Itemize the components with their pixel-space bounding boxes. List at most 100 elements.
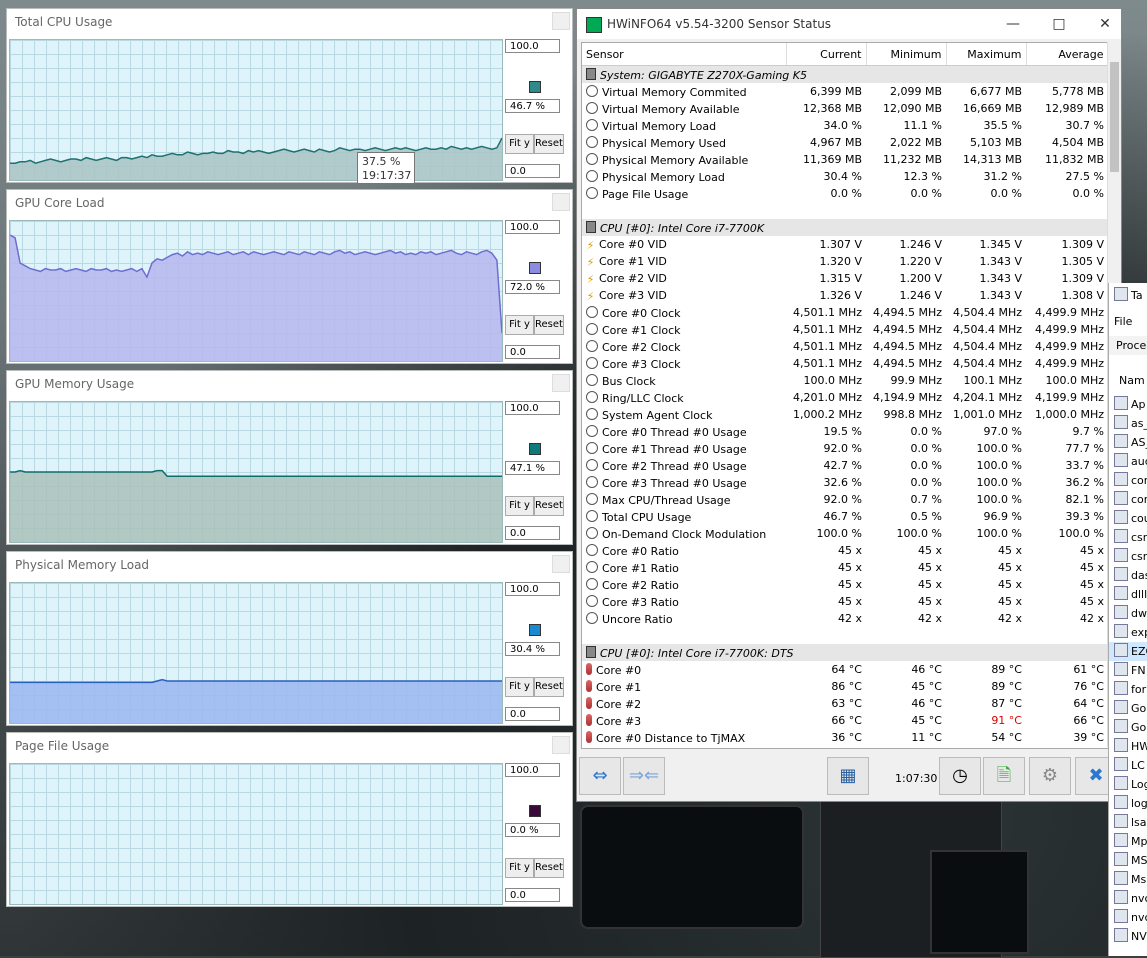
sensor-group-row[interactable]: CPU [#0]: Intel Core i7-7700K (582, 219, 1108, 236)
sensor-row[interactable]: Core #2 63 °C 46 °C 87 °C 64 °C (582, 695, 1108, 712)
sensor-row[interactable]: Core #1 Thread #0 Usage 92.0 % 0.0 % 100.0 … (582, 440, 1108, 457)
scrollbar-thumb[interactable] (1110, 62, 1119, 172)
sensor-row[interactable]: Core #2 Thread #0 Usage 42.7 % 0.0 % 100.0 … (582, 457, 1108, 474)
reset-button[interactable]: Reset (534, 677, 564, 697)
graph-min-value[interactable]: 0.0 (505, 526, 560, 540)
sensor-row[interactable]: Virtual Memory Available 12,368 MB 12,090 … (582, 100, 1108, 117)
sensor-row[interactable]: Core #1 Clock 4,501.1 MHz 4,494.5 MHz 4,504… (582, 321, 1108, 338)
sensor-row[interactable]: Core #3 66 °C 45 °C 91 °C 66 °C (582, 712, 1108, 729)
fit-y-button[interactable]: Fit y (505, 858, 534, 878)
process-list-item[interactable]: auc (1109, 452, 1147, 471)
graph-max-value[interactable]: 100.0 (505, 763, 560, 777)
sensor-row[interactable]: Core #2 Ratio 45 x 45 x 45 x 45 x (582, 576, 1108, 593)
collapse-icon[interactable]: ⇒⇐ (623, 757, 665, 795)
sensor-row[interactable]: Bus Clock 100.0 MHz 99.9 MHz 100.1 MHz 100.0… (582, 372, 1108, 389)
sensor-row[interactable]: Core #0 64 °C 46 °C 89 °C 61 °C (582, 661, 1108, 678)
sensor-row[interactable]: On-Demand Clock Modulation 100.0 % 100.0 %… (582, 525, 1108, 542)
series-color-swatch[interactable] (529, 624, 541, 636)
sensor-row[interactable]: Physical Memory Used 4,967 MB 2,022 MB 5,10… (582, 134, 1108, 151)
fit-y-button[interactable]: Fit y (505, 496, 534, 516)
sensor-group-row[interactable]: System: GIGABYTE Z270X-Gaming K5 (582, 65, 1108, 83)
process-list-item[interactable]: exp (1109, 623, 1147, 642)
sensor-row[interactable]: Physical Memory Load 30.4 % 12.3 % 31.2 % 27… (582, 168, 1108, 185)
reset-button[interactable]: Reset (534, 858, 564, 878)
column-header-sensor[interactable]: Sensor (582, 43, 787, 66)
sensor-row[interactable]: Core #2 Clock 4,501.1 MHz 4,494.5 MHz 4,504… (582, 338, 1108, 355)
series-color-swatch[interactable] (529, 805, 541, 817)
process-list-item[interactable]: csr (1109, 547, 1147, 566)
log-file-icon[interactable]: 🗎 (983, 757, 1025, 795)
process-list-item[interactable]: NV (1109, 927, 1147, 946)
sensor-row[interactable]: Max CPU/Thread Usage 92.0 % 0.7 % 100.0 % 82… (582, 491, 1108, 508)
process-list-item[interactable]: das (1109, 566, 1147, 585)
graph-close-button[interactable] (552, 374, 570, 392)
sensor-group-row[interactable]: CPU [#0]: Intel Core i7-7700K: DTS (582, 644, 1108, 661)
graph-close-button[interactable] (552, 555, 570, 573)
expand-icon[interactable]: ⇔ (579, 757, 621, 795)
graph-max-value[interactable]: 100.0 (505, 220, 560, 234)
sensor-row[interactable]: Core #3 Thread #0 Usage 32.6 % 0.0 % 100.0 … (582, 474, 1108, 491)
sensor-row[interactable]: Ring/LLC Clock 4,201.0 MHz 4,194.9 MHz 4,20… (582, 389, 1108, 406)
sensor-row[interactable]: ⚡ Core #1 VID 1.320 V 1.220 V 1.343 V 1.305 V (582, 253, 1108, 270)
sensor-row[interactable]: Core #3 Ratio 45 x 45 x 45 x 45 x (582, 593, 1108, 610)
sensor-row[interactable]: System Agent Clock 1,000.2 MHz 998.8 MHz 1,… (582, 406, 1108, 423)
maximize-button[interactable]: □ (1045, 13, 1073, 35)
sensor-row[interactable]: Core #0 Ratio 45 x 45 x 45 x 45 x (582, 542, 1108, 559)
graph-max-value[interactable]: 100.0 (505, 401, 560, 415)
reset-button[interactable]: Reset (534, 134, 564, 154)
sensor-row[interactable]: ⚡ Core #3 VID 1.326 V 1.246 V 1.343 V 1.308 V (582, 287, 1108, 304)
sensor-row[interactable]: ⚡ Core #0 VID 1.307 V 1.246 V 1.345 V 1.309 V (582, 236, 1108, 253)
series-color-swatch[interactable] (529, 262, 541, 274)
graph-min-value[interactable]: 0.0 (505, 888, 560, 902)
column-header-name[interactable]: Nam (1109, 371, 1147, 390)
column-header-maximum[interactable]: Maximum (946, 43, 1027, 66)
sensor-row[interactable]: Core #0 Clock 4,501.1 MHz 4,494.5 MHz 4,504… (582, 304, 1108, 321)
process-list-item[interactable]: Ms (1109, 870, 1147, 889)
process-list-item[interactable]: for (1109, 680, 1147, 699)
fit-y-button[interactable]: Fit y (505, 315, 534, 335)
process-list-item[interactable]: Mp (1109, 832, 1147, 851)
sensor-row[interactable]: Virtual Memory Load 34.0 % 11.1 % 35.5 % 30.… (582, 117, 1108, 134)
column-header-minimum[interactable]: Minimum (866, 43, 947, 66)
process-list-item[interactable]: Ap (1109, 395, 1147, 414)
process-list-item[interactable]: EZC (1109, 642, 1147, 661)
process-list-item[interactable]: nvc (1109, 908, 1147, 927)
sensor-row[interactable]: Total CPU Usage 46.7 % 0.5 % 96.9 % 39.3 % (582, 508, 1108, 525)
graph-max-value[interactable]: 100.0 (505, 39, 560, 53)
sensor-row[interactable]: Virtual Memory Commited 6,399 MB 2,099 MB 6… (582, 83, 1108, 100)
sensor-row[interactable]: Physical Memory Available 11,369 MB 11,232… (582, 151, 1108, 168)
process-list-item[interactable]: MS (1109, 851, 1147, 870)
process-list-item[interactable]: cor (1109, 490, 1147, 509)
process-list-item[interactable]: Log (1109, 775, 1147, 794)
series-color-swatch[interactable] (529, 81, 541, 93)
network-icon[interactable]: ▦ (827, 757, 869, 795)
process-list-item[interactable]: cou (1109, 509, 1147, 528)
sensor-row[interactable]: Core #1 Ratio 45 x 45 x 45 x 45 x (582, 559, 1108, 576)
sensor-row[interactable]: Core #0 Distance to TjMAX 36 °C 11 °C 54 °C… (582, 729, 1108, 746)
sensor-row[interactable]: Page File Usage 0.0 % 0.0 % 0.0 % 0.0 % (582, 185, 1108, 202)
sensor-row[interactable]: Core #3 Clock 4,501.1 MHz 4,494.5 MHz 4,504… (582, 355, 1108, 372)
sensor-row[interactable]: ⚡ Core #2 VID 1.315 V 1.200 V 1.343 V 1.309 V (582, 270, 1108, 287)
column-header-average[interactable]: Average (1026, 43, 1108, 66)
column-header-current[interactable]: Current (786, 43, 867, 66)
graph-close-button[interactable] (552, 12, 570, 30)
process-list-item[interactable]: LC (1109, 756, 1147, 775)
close-button[interactable]: ✕ (1091, 13, 1119, 35)
process-list-item[interactable]: cor (1109, 471, 1147, 490)
process-list-item[interactable]: csr (1109, 528, 1147, 547)
process-list-item[interactable]: HW (1109, 737, 1147, 756)
tab-processes[interactable]: Proce (1109, 336, 1147, 355)
sensor-row[interactable]: Core #0 Thread #0 Usage 19.5 % 0.0 % 97.0 %… (582, 423, 1108, 440)
fit-y-button[interactable]: Fit y (505, 677, 534, 697)
sensor-row[interactable]: Core #1 86 °C 45 °C 89 °C 76 °C (582, 678, 1108, 695)
process-list-item[interactable]: nvc (1109, 889, 1147, 908)
menu-file[interactable]: File (1109, 312, 1147, 331)
reset-button[interactable]: Reset (534, 315, 564, 335)
minimize-button[interactable]: — (999, 13, 1027, 35)
graph-min-value[interactable]: 0.0 (505, 164, 560, 178)
sensor-row[interactable]: Uncore Ratio 42 x 42 x 42 x 42 x (582, 610, 1108, 627)
process-list-item[interactable]: FN (1109, 661, 1147, 680)
graph-close-button[interactable] (552, 736, 570, 754)
clock-icon[interactable]: ◷ (939, 757, 981, 795)
graph-close-button[interactable] (552, 193, 570, 211)
